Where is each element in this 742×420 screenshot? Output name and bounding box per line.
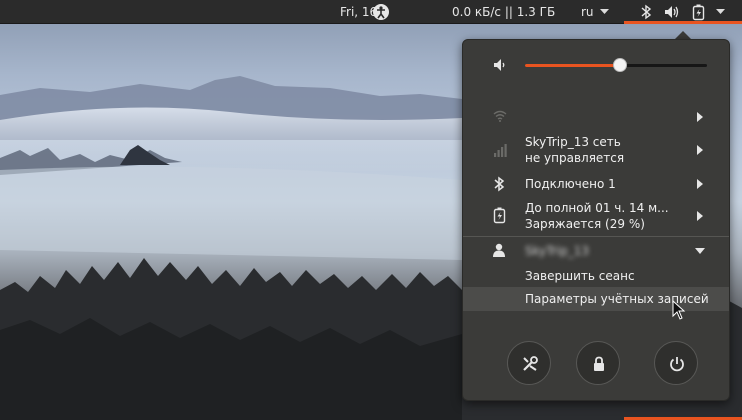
chevron-right-icon	[697, 145, 703, 155]
network-status-label: не управляется	[525, 151, 625, 165]
user-icon	[493, 243, 505, 257]
mouse-cursor-icon	[672, 300, 686, 320]
speaker-icon[interactable]	[664, 4, 680, 20]
power-icon	[670, 357, 684, 372]
power-button[interactable]	[654, 341, 698, 385]
active-indicator-underline	[624, 21, 742, 24]
top-panel: Fri, 16: 0.0 кБ/с || 1.3 ГБ ru	[0, 0, 742, 24]
volume-slider-handle[interactable]	[612, 58, 627, 72]
wifi-icon	[493, 110, 507, 122]
chevron-right-icon	[697, 179, 703, 189]
bluetooth-row[interactable]: Подключено 1	[463, 171, 729, 197]
speaker-icon	[494, 59, 505, 71]
lock-button[interactable]	[576, 341, 620, 385]
bluetooth-status-label: Подключено 1	[525, 177, 616, 191]
menu-separator	[463, 236, 729, 237]
battery-charging-icon[interactable]	[692, 4, 706, 21]
volume-row	[463, 52, 729, 78]
user-name-label: SkyTrip_13	[525, 244, 589, 258]
settings-icon	[523, 356, 538, 371]
bluetooth-icon[interactable]	[640, 4, 652, 20]
account-settings-item[interactable]: Параметры учётных записей	[463, 287, 729, 311]
network-speed-indicator[interactable]: 0.0 кБ/с || 1.3 ГБ	[452, 0, 555, 24]
battery-status-label: Заряжается (29 %)	[525, 217, 645, 231]
network-row[interactable]: SkyTrip_13 сеть не управляется	[463, 132, 729, 168]
accessibility-icon	[373, 4, 389, 20]
chevron-down-icon	[695, 248, 705, 254]
battery-row[interactable]: До полной 01 ч. 14 м... Заряжается (29 %…	[463, 197, 729, 235]
user-row[interactable]: SkyTrip_13	[463, 238, 729, 264]
bluetooth-icon	[494, 176, 505, 192]
chevron-down-icon[interactable]	[716, 9, 725, 15]
chevron-down-icon	[600, 9, 609, 14]
logout-item[interactable]: Завершить сеанс	[463, 265, 729, 287]
network-name-label: SkyTrip_13 сеть	[525, 135, 621, 149]
settings-button[interactable]	[507, 341, 551, 385]
wifi-row[interactable]	[463, 104, 729, 130]
system-menu: SkyTrip_13 сеть не управляется Подключен…	[462, 39, 730, 401]
battery-charging-icon	[493, 207, 506, 224]
volume-slider-fill	[525, 64, 620, 67]
chevron-right-icon	[697, 112, 703, 122]
lock-icon	[594, 356, 604, 371]
keyboard-layout-indicator[interactable]: ru	[581, 0, 594, 24]
chevron-right-icon	[697, 211, 703, 221]
logout-label: Завершить сеанс	[525, 269, 635, 283]
battery-time-label: До полной 01 ч. 14 м...	[525, 201, 669, 215]
signal-bars-icon	[494, 144, 507, 157]
